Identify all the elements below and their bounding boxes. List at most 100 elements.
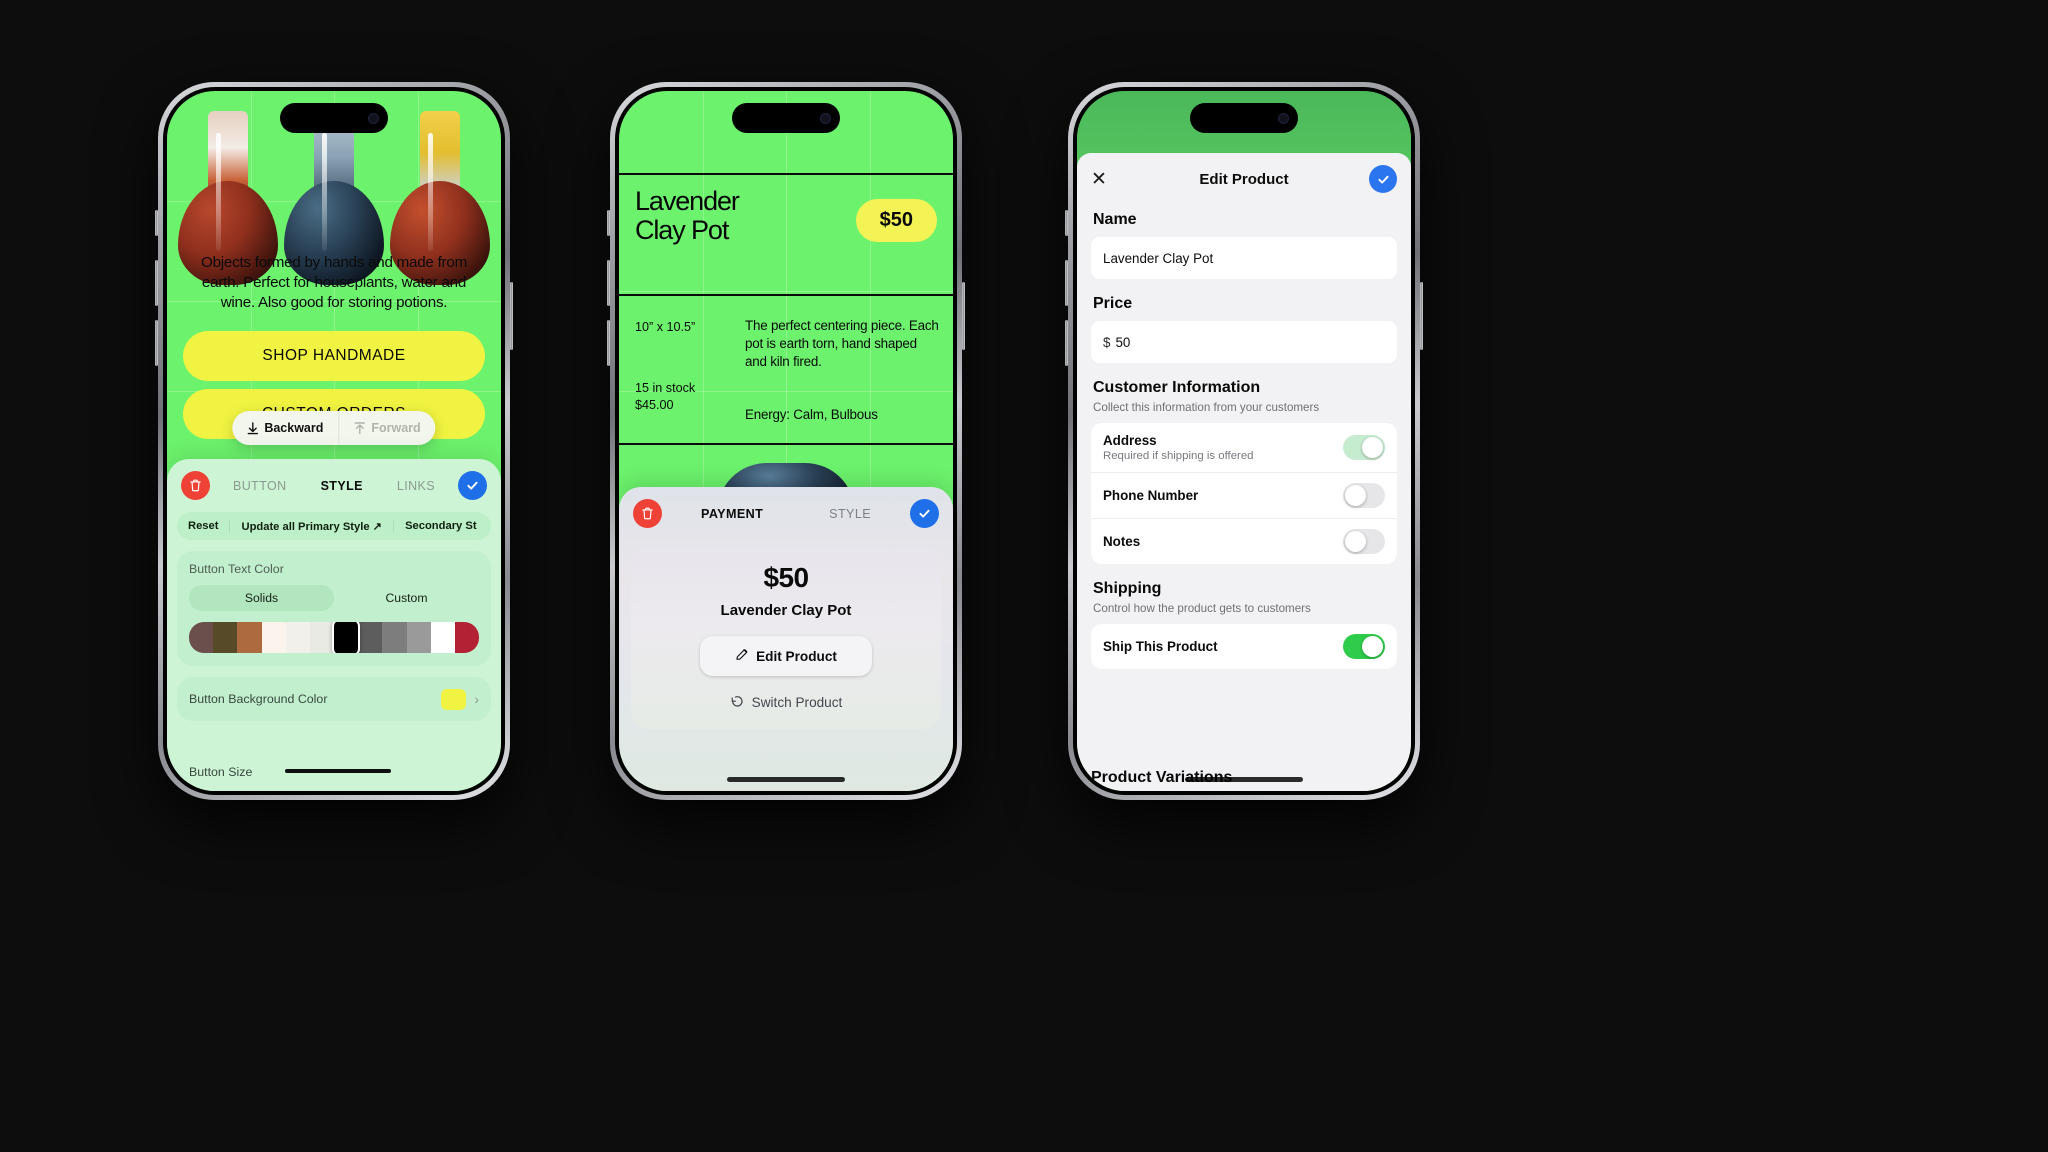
name-label: Name [1093,211,1137,228]
solids-option[interactable]: Solids [189,585,334,611]
switch-product-label: Switch Product [751,695,843,710]
product-dimensions: 10” x 10.5” [635,320,696,334]
confirm-check-icon[interactable] [910,499,939,528]
tab-links[interactable]: LINKS [397,479,435,493]
phone-number-toggle[interactable] [1343,483,1385,508]
phone-2-product-detail: Lavender Clay Pot $50 10” x 10.5” 15 in … [607,82,965,800]
customer-information-subtitle: Collect this information from your custo… [1093,401,1320,414]
edit-product-label: Edit Product [756,648,837,664]
divider-bottom [619,443,953,446]
color-swatch-7[interactable] [358,622,383,653]
color-swatch-row[interactable] [189,622,479,653]
home-indicator[interactable] [727,777,845,782]
volume-down-button[interactable] [607,320,610,366]
power-button[interactable] [1420,282,1423,350]
phone-3-screen: ✕ Edit Product Name Lavender Clay Pot Pr… [1077,91,1411,791]
volume-down-button[interactable] [1065,320,1068,366]
mute-switch[interactable] [1065,210,1068,236]
shipping-group: Ship This Product [1091,624,1397,669]
dynamic-island [1190,103,1298,133]
row-phone-number[interactable]: Phone Number [1091,472,1397,518]
power-button[interactable] [962,282,965,350]
reset-button[interactable]: Reset [177,520,229,532]
edit-product-button[interactable]: Edit Product [700,636,872,676]
dynamic-island [280,103,388,133]
color-swatch-0[interactable] [189,622,214,653]
ship-this-product-toggle[interactable] [1343,634,1385,659]
screenshot-stage: Objects formed by hands and made from ea… [0,0,2048,1152]
shipping-section: Shipping Control how the product gets to… [1091,580,1397,669]
price-pill-button[interactable]: $50 [855,199,937,242]
color-swatch-1[interactable] [213,622,238,653]
forward-button[interactable]: Forward [338,411,435,445]
trash-icon[interactable] [181,471,210,500]
tab-style[interactable]: STYLE [321,479,363,493]
volume-up-button[interactable] [155,260,158,306]
button-size-slider[interactable] [285,769,391,773]
selected-swatch-indicator [332,622,361,653]
product-title: Lavender Clay Pot [635,186,740,245]
product-cost: $45.00 [635,398,674,412]
row-ship-this-product[interactable]: Ship This Product [1091,624,1397,669]
color-swatch-2[interactable] [237,622,262,653]
phone-1-screen: Objects formed by hands and made from ea… [167,91,501,791]
product-description-block: The perfect centering piece. Each pot is… [745,317,939,424]
custom-option[interactable]: Custom [334,585,479,611]
home-indicator[interactable] [1185,777,1303,782]
divider-top [619,173,953,176]
shipping-subtitle: Control how the product gets to customer… [1093,602,1311,615]
color-swatch-5[interactable] [309,622,335,653]
phone-3-edit-product: ✕ Edit Product Name Lavender Clay Pot Pr… [1065,82,1423,800]
color-swatch-10[interactable] [430,622,455,653]
color-swatch-8[interactable] [382,622,407,653]
power-button[interactable] [510,282,513,350]
notes-label: Notes [1103,534,1141,549]
update-all-primary-style-button[interactable]: Update all Primary Style ↗ [229,519,393,533]
modal-title: Edit Product [1199,170,1289,188]
button-text-color-label: Button Text Color [189,562,284,576]
color-swatch-3[interactable] [261,622,286,653]
row-notes[interactable]: Notes [1091,518,1397,564]
forward-label: Forward [371,421,421,435]
tab-button[interactable]: BUTTON [233,479,287,493]
confirm-check-icon[interactable] [458,471,487,500]
phone-1-design-editor: Objects formed by hands and made from ea… [155,82,513,800]
address-sublabel: Required if shipping is offered [1103,450,1254,462]
payment-sheet: PAYMENT STYLE $50 Lavender Clay Pot Edit… [619,487,953,791]
customer-information-section: Customer Information Collect this inform… [1091,379,1397,564]
product-stock: 15 in stock [635,381,696,395]
currency-symbol: $ [1103,334,1111,350]
product-description: The perfect centering piece. Each pot is… [745,318,939,370]
volume-down-button[interactable] [155,320,158,366]
button-size-label: Button Size [189,765,253,779]
tab-payment[interactable]: PAYMENT [701,507,763,521]
shop-handmade-button[interactable]: SHOP HANDMADE [183,331,485,381]
chevron-right-icon: › [474,691,479,707]
backward-label: Backward [264,421,324,435]
hero-description: Objects formed by hands and made from ea… [201,254,467,312]
price-input[interactable]: $ 50 [1091,321,1397,363]
volume-up-button[interactable] [607,260,610,306]
undo-icon [730,694,744,711]
mute-switch[interactable] [155,210,158,236]
payment-amount: $50 [763,562,810,593]
mute-switch[interactable] [607,210,610,236]
trash-icon[interactable] [633,499,662,528]
color-swatch-9[interactable] [406,622,431,653]
notes-toggle[interactable] [1343,529,1385,554]
secondary-style-button[interactable]: Secondary St [393,520,488,532]
button-background-color-row[interactable]: Button Background Color › [177,677,491,721]
volume-up-button[interactable] [1065,260,1068,306]
address-toggle[interactable] [1343,435,1385,460]
price-label: Price [1093,295,1133,312]
name-input[interactable]: Lavender Clay Pot [1091,237,1397,279]
backward-button[interactable]: Backward [232,411,338,445]
tab-style[interactable]: STYLE [829,507,871,521]
divider-mid [619,294,953,297]
row-address[interactable]: Address Required if shipping is offered [1091,423,1397,472]
color-swatch-11[interactable] [454,622,479,653]
switch-product-button[interactable]: Switch Product [631,694,941,711]
button-background-color-label: Button Background Color [189,692,328,706]
color-swatch-4[interactable] [285,622,310,653]
background-color-chip[interactable] [441,688,467,710]
